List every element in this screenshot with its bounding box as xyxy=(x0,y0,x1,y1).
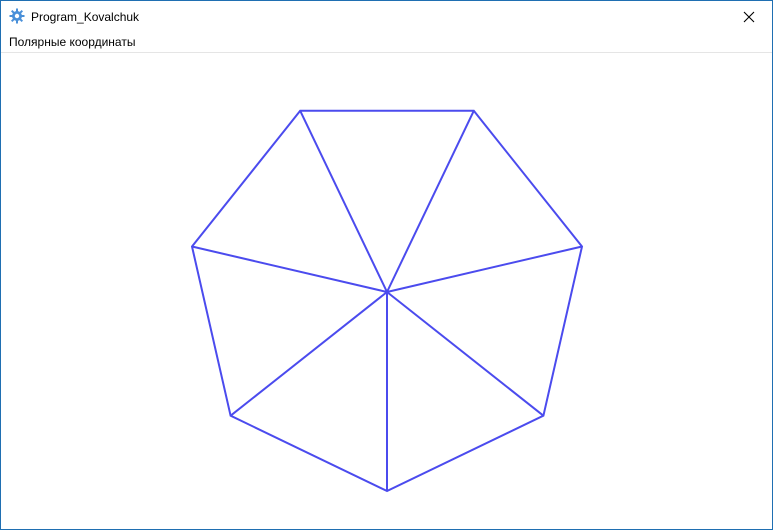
window-title: Program_Kovalchuk xyxy=(31,10,140,24)
gear-icon xyxy=(9,8,25,24)
heptagon-drawing xyxy=(190,109,584,493)
spoke-line-2 xyxy=(229,291,388,417)
title-bar[interactable]: Program_Kovalchuk xyxy=(1,1,772,32)
app-window: Program_Kovalchuk Полярные координаты xyxy=(0,0,773,530)
drawing-canvas xyxy=(1,53,772,529)
close-icon xyxy=(743,11,755,23)
spoke-line-7 xyxy=(386,291,545,417)
spoke-line-5 xyxy=(386,110,475,293)
close-button[interactable] xyxy=(726,1,772,32)
menu-item-polar-coordinates[interactable]: Полярные координаты xyxy=(3,32,141,52)
spoke-line-4 xyxy=(299,110,388,293)
spoke-line-3 xyxy=(191,245,388,293)
spoke-line-6 xyxy=(386,245,583,293)
menu-bar: Полярные координаты xyxy=(1,32,772,53)
